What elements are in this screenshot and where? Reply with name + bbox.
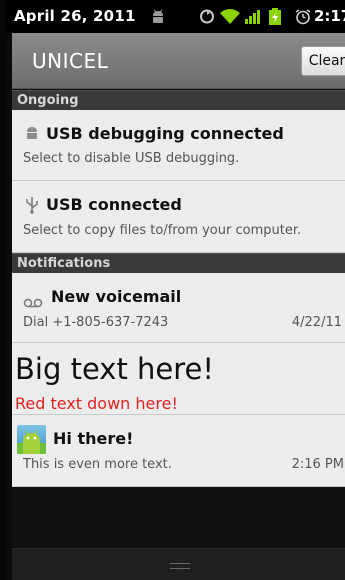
- grip-icon: [170, 563, 190, 569]
- ongoing-item-usb-connected[interactable]: USB connected Select to copy files to/fr…: [12, 181, 345, 253]
- signal-icon: [244, 8, 262, 25]
- alarm-icon: [294, 8, 312, 25]
- status-time: 2:17: [314, 7, 345, 25]
- carrier-name: UNICEL: [32, 49, 109, 73]
- custom-red-text: Red text down here!: [15, 394, 178, 413]
- notification-message[interactable]: Hi there! This is even more text. 2:16 P…: [12, 415, 345, 487]
- item-subtitle: This is even more text.: [23, 457, 172, 472]
- android-avatar-icon: [17, 425, 46, 454]
- item-title: USB debugging connected: [46, 124, 284, 143]
- section-header-notifications: Notifications: [12, 253, 345, 273]
- sync-icon: [198, 8, 216, 25]
- status-bar[interactable]: April 26, 2011 2:1: [6, 0, 345, 33]
- custom-big-text: Big text here!: [15, 352, 215, 386]
- item-time: 2:16 PM: [291, 457, 344, 472]
- section-header-ongoing: Ongoing: [12, 90, 345, 110]
- item-time: 4/22/11: [291, 315, 342, 330]
- notification-voicemail[interactable]: New voicemail Dial +1-805-637-7243 4/22/…: [12, 273, 345, 343]
- battery-charging-icon: [268, 8, 282, 25]
- item-title: USB connected: [46, 195, 182, 214]
- wifi-icon: [219, 8, 241, 25]
- item-subtitle: Dial +1-805-637-7243: [23, 315, 169, 330]
- notification-header: UNICEL Clear: [12, 33, 345, 89]
- item-subtitle: Select to copy files to/from your comput…: [23, 223, 302, 238]
- shade-drag-handle[interactable]: [12, 548, 345, 580]
- android-debug-icon: [24, 125, 40, 145]
- item-title: New voicemail: [51, 287, 182, 306]
- phone-screen: April 26, 2011 2:1 UNICEL Clear Ongoing …: [0, 0, 345, 580]
- item-title: Hi there!: [53, 429, 134, 448]
- clear-button[interactable]: Clear: [301, 46, 345, 76]
- ongoing-item-usb-debugging[interactable]: USB debugging connected Select to disabl…: [12, 110, 345, 181]
- item-subtitle: Select to disable USB debugging.: [23, 151, 240, 166]
- status-date: April 26, 2011: [14, 7, 136, 25]
- voicemail-icon: [23, 293, 43, 312]
- android-debug-icon: [149, 8, 167, 25]
- usb-icon: [24, 196, 40, 218]
